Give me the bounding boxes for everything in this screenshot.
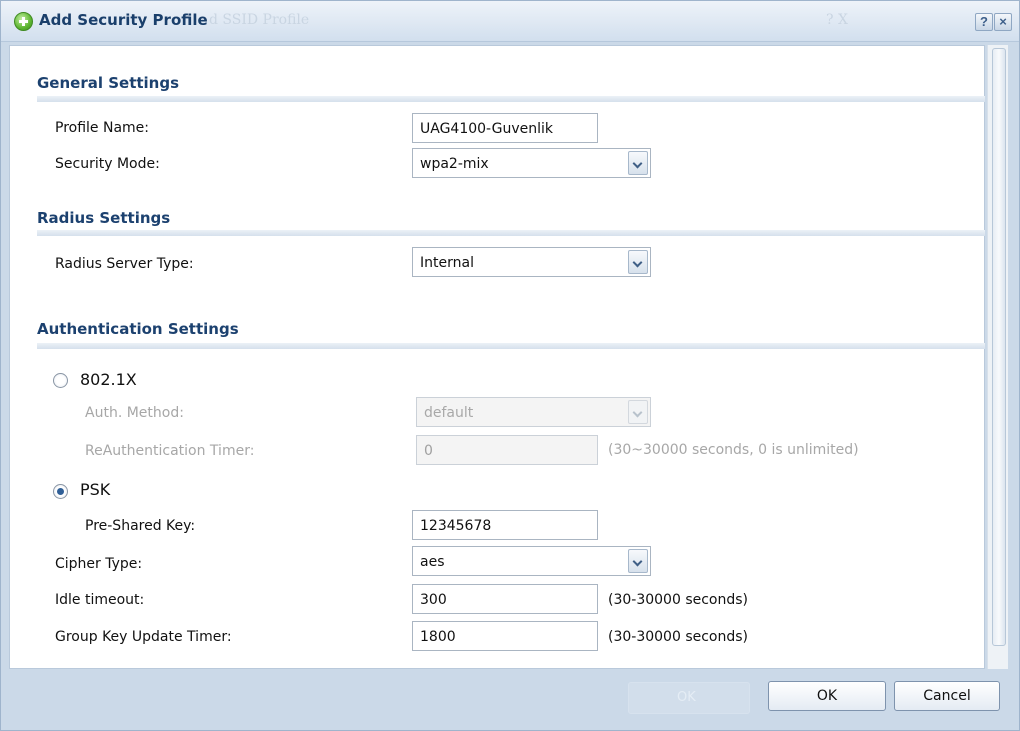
close-button[interactable]: × (994, 13, 1012, 31)
radio-psk[interactable] (53, 484, 68, 499)
profile-name-label: Profile Name: (55, 120, 150, 136)
dialog-title: Add Security Profile (39, 11, 208, 29)
help-button[interactable]: ? (975, 13, 993, 31)
chevron-down-icon[interactable] (628, 549, 648, 573)
group-key-update-timer-hint: (30-30000 seconds) (608, 629, 748, 645)
general-settings-title: General Settings (37, 74, 180, 92)
auth-method-value: default (424, 405, 474, 421)
chevron-down-icon (628, 400, 648, 424)
reauth-timer-hint: (30~30000 seconds, 0 is unlimited) (608, 442, 859, 458)
radius-settings-divider (37, 230, 985, 236)
radius-server-type-label: Radius Server Type: (55, 256, 194, 272)
group-key-update-timer-label: Group Key Update Timer: (55, 629, 232, 645)
radio-8021x-label: 802.1X (80, 370, 137, 389)
ghost-title-buttons: ? X (826, 12, 848, 28)
add-profile-icon (14, 12, 33, 31)
dialog-titlebar[interactable]: Add Security Profile d SSID Profile ? X … (1, 1, 1019, 42)
cipher-type-label: Cipher Type: (55, 556, 143, 572)
pre-shared-key-label: Pre-Shared Key: (85, 518, 196, 534)
vertical-scrollbar[interactable] (987, 45, 1008, 669)
radius-server-type-value: Internal (420, 255, 474, 271)
radius-server-type-select[interactable]: Internal (412, 247, 651, 277)
radius-settings-title: Radius Settings (37, 209, 171, 227)
authentication-settings-divider (37, 343, 985, 349)
auth-method-label: Auth. Method: (85, 405, 184, 421)
authentication-settings-title: Authentication Settings (37, 320, 239, 338)
profile-name-input[interactable]: UAG4100-Guvenlik (412, 113, 598, 143)
ghost-title-text: d SSID Profile (209, 12, 310, 28)
reauth-timer-input: 0 (416, 435, 598, 465)
reauth-timer-label: ReAuthentication Timer: (85, 443, 255, 459)
group-key-update-timer-input[interactable]: 1800 (412, 621, 598, 651)
idle-timeout-hint: (30-30000 seconds) (608, 592, 748, 608)
chevron-down-icon[interactable] (628, 151, 648, 175)
security-mode-select[interactable]: wpa2-mix (412, 148, 651, 178)
idle-timeout-label: Idle timeout: (55, 592, 145, 608)
security-mode-label: Security Mode: (55, 156, 160, 172)
ok-button[interactable]: OK (768, 681, 886, 711)
add-security-profile-dialog: Add Security Profile d SSID Profile ? X … (0, 0, 1020, 731)
radio-psk-label: PSK (80, 480, 111, 499)
cipher-type-value: aes (420, 554, 445, 570)
ghost-ok-label: OK (677, 690, 696, 705)
general-settings-divider (37, 96, 985, 102)
cancel-button[interactable]: Cancel (894, 681, 1000, 711)
pre-shared-key-input[interactable]: 12345678 (412, 510, 598, 540)
dialog-content: General Settings Profile Name: UAG4100-G… (9, 45, 985, 669)
cipher-type-select[interactable]: aes (412, 546, 651, 576)
radio-8021x[interactable] (53, 373, 68, 388)
security-mode-value: wpa2-mix (420, 156, 489, 172)
chevron-down-icon[interactable] (628, 250, 648, 274)
idle-timeout-input[interactable]: 300 (412, 584, 598, 614)
auth-method-select: default (416, 397, 651, 427)
scrollbar-thumb[interactable] (992, 48, 1006, 646)
